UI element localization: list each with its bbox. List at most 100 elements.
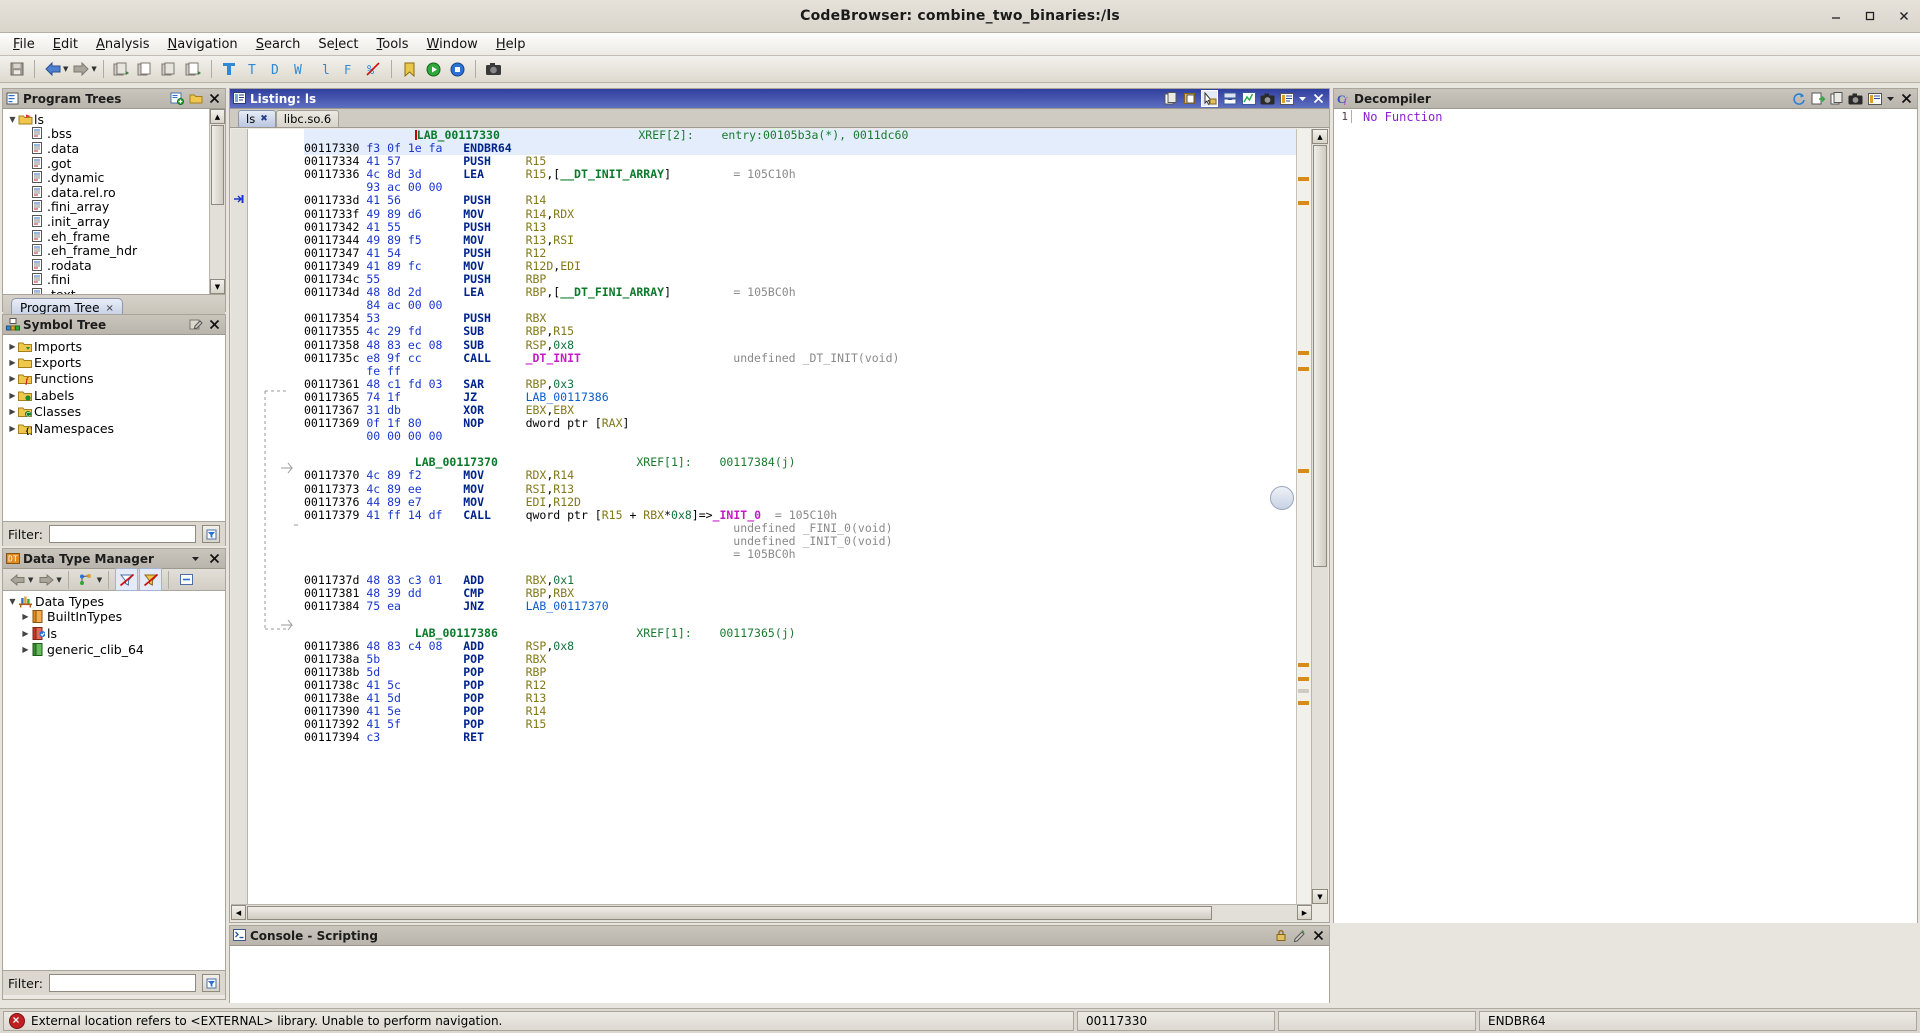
program-tree-node[interactable]: .bss [7, 127, 225, 142]
toggle-dropdown-icon[interactable] [1298, 91, 1307, 106]
create-structure-icon[interactable]: T [242, 58, 265, 81]
symbol-tree-node-classes[interactable]: ▶CClasses [7, 404, 225, 420]
listing-marker-strip[interactable] [1296, 129, 1311, 904]
program-tree-node[interactable]: .data.rel.ro [7, 185, 225, 200]
expand-toggle-icon[interactable]: ▶ [7, 424, 18, 433]
decompiler-body[interactable]: 1 No Function [1334, 109, 1917, 923]
program-tree-node[interactable]: .eh_frame [7, 229, 225, 244]
symbol-tree-filter-input[interactable] [49, 525, 196, 543]
expand-toggle-icon[interactable]: ▼ [7, 597, 18, 606]
diff-icon[interactable] [1222, 91, 1237, 106]
close-icon[interactable] [207, 551, 222, 566]
paste-icon[interactable] [1182, 91, 1197, 106]
maximize-icon[interactable] [1862, 8, 1878, 24]
forward-dropdown-icon[interactable]: ▼ [91, 65, 96, 73]
program-trees-scrollbar[interactable]: ▲ ▼ [209, 109, 225, 294]
copy-icon[interactable] [1829, 91, 1844, 106]
scroll-down-icon[interactable]: ▼ [210, 279, 225, 294]
scroll-thumb[interactable] [211, 125, 224, 205]
listing-continuation-row[interactable]: 00 00 00 00 [304, 430, 1297, 443]
data-type-node[interactable]: ▶BuiltInTypes [7, 609, 225, 625]
console-body[interactable] [230, 946, 1329, 1003]
cursor-select-icon[interactable] [1201, 90, 1218, 107]
listing-tab-ls[interactable]: ls ✖ [238, 110, 276, 127]
close-icon[interactable] [1896, 8, 1912, 24]
data-type-manager-filter-input[interactable] [49, 974, 196, 992]
filter-off-icon[interactable] [115, 568, 138, 591]
edit-icon[interactable] [188, 317, 203, 332]
undefined-data-icon[interactable]: l [314, 58, 337, 81]
scroll-left-icon[interactable]: ◀ [231, 905, 246, 920]
collapse-all-icon[interactable] [175, 568, 198, 591]
tab-close-icon[interactable]: × [105, 303, 113, 314]
create-array-icon[interactable]: W [290, 58, 313, 81]
filter-pointers-icon[interactable] [139, 568, 162, 591]
forward-arrow-icon[interactable] [69, 58, 92, 81]
menu-dropdown-icon[interactable] [188, 551, 203, 566]
program-tree-node[interactable]: .dynamic [7, 170, 225, 185]
snapshot-icon[interactable] [1260, 91, 1275, 106]
program-tree-node[interactable]: .fini_array [7, 200, 225, 215]
create-pointer-icon[interactable]: D [266, 58, 289, 81]
back-arrow-icon[interactable] [6, 568, 29, 591]
new-tree-icon[interactable] [169, 91, 184, 106]
menu-window[interactable]: Window [418, 35, 487, 54]
data-type-icon[interactable] [218, 58, 241, 81]
compare-icon[interactable] [1241, 91, 1256, 106]
back-dropdown-icon[interactable]: ▼ [63, 65, 68, 73]
new-type-icon[interactable] [75, 568, 98, 591]
symbol-tree-node-functions[interactable]: ▶fFunctions [7, 371, 225, 387]
program-tree-node[interactable]: .eh_frame_hdr [7, 243, 225, 258]
bookmark-icon[interactable] [398, 58, 421, 81]
toggle-icon[interactable] [1867, 91, 1882, 106]
scroll-up-icon[interactable]: ▲ [1312, 129, 1328, 144]
close-icon[interactable] [207, 91, 222, 106]
lock-icon[interactable] [1273, 928, 1288, 943]
font-size-icon[interactable]: F [338, 58, 361, 81]
menu-select[interactable]: Select [309, 35, 367, 54]
program-tree-node[interactable]: .data [7, 141, 225, 156]
listing-instruction-row[interactable]: 0011734d 48 8d 2d LEA RBP,[__DT_FINI_ARR… [304, 286, 1297, 299]
symbol-tree-node-exports[interactable]: ▶Exports [7, 354, 225, 370]
symbol-tree-filter-options-icon[interactable] [202, 525, 220, 543]
data-type-manager-filter-options-icon[interactable] [202, 974, 220, 992]
snapshot-icon[interactable] [482, 58, 505, 81]
copy-icon[interactable] [158, 58, 181, 81]
listing-instruction-row[interactable]: 00117384 75 ea JNZ LAB_00117370 [304, 600, 1297, 613]
open-folder-icon[interactable] [188, 91, 203, 106]
expand-toggle-icon[interactable]: ▶ [7, 407, 18, 416]
expand-toggle-icon[interactable]: ▶ [7, 342, 18, 351]
export-icon[interactable] [1810, 91, 1825, 106]
back-arrow-icon[interactable] [41, 58, 64, 81]
close-icon[interactable] [207, 317, 222, 332]
expand-toggle-icon[interactable]: ▶ [7, 374, 18, 383]
menu-file[interactable]: File [4, 35, 44, 54]
close-icon[interactable] [1899, 91, 1914, 106]
listing-instruction-row[interactable]: 00117394 c3 RET [304, 731, 1297, 744]
expand-toggle-icon[interactable]: ▶ [20, 612, 31, 621]
program-tree-node[interactable]: .rodata [7, 258, 225, 273]
listing-code-canvas[interactable]: LAB_00117330 XREF[2]: entry:00105b3a(*),… [304, 129, 1297, 904]
listing-tab-close-icon[interactable]: ✖ [260, 114, 268, 124]
new-type-dropdown-icon[interactable]: ▼ [97, 576, 102, 584]
paste-icon[interactable] [134, 58, 157, 81]
listing-comment-row[interactable]: = 105BC0h [304, 548, 1297, 561]
toggle-dropdown-icon[interactable] [1886, 91, 1895, 106]
menu-analysis[interactable]: Analysis [87, 35, 159, 54]
clear-code-icon[interactable]: % [362, 58, 385, 81]
listing-instruction-row[interactable]: 0011735c e8 9f cc CALL _DT_INIT undefine… [304, 352, 1297, 365]
paste-special-icon[interactable] [182, 58, 205, 81]
toggle-icon[interactable] [1279, 91, 1294, 106]
expand-toggle-icon[interactable]: ▼ [7, 115, 18, 124]
listing-nav-bubble[interactable] [1270, 486, 1294, 510]
copy-special-icon[interactable] [110, 58, 133, 81]
symbol-tree-node-namespaces[interactable]: ▶{}Namespaces [7, 420, 225, 436]
scroll-right-icon[interactable]: ▶ [1297, 905, 1312, 920]
listing-tab-libc[interactable]: libc.so.6 [276, 110, 339, 127]
expand-toggle-icon[interactable]: ▶ [7, 358, 18, 367]
expand-toggle-icon[interactable]: ▶ [7, 391, 18, 400]
listing-vertical-scrollbar[interactable]: ▲ ▼ [1311, 129, 1328, 904]
scroll-thumb[interactable] [247, 906, 1212, 920]
copy-icon[interactable] [1163, 91, 1178, 106]
data-type-node[interactable]: ▶ls [7, 625, 225, 641]
